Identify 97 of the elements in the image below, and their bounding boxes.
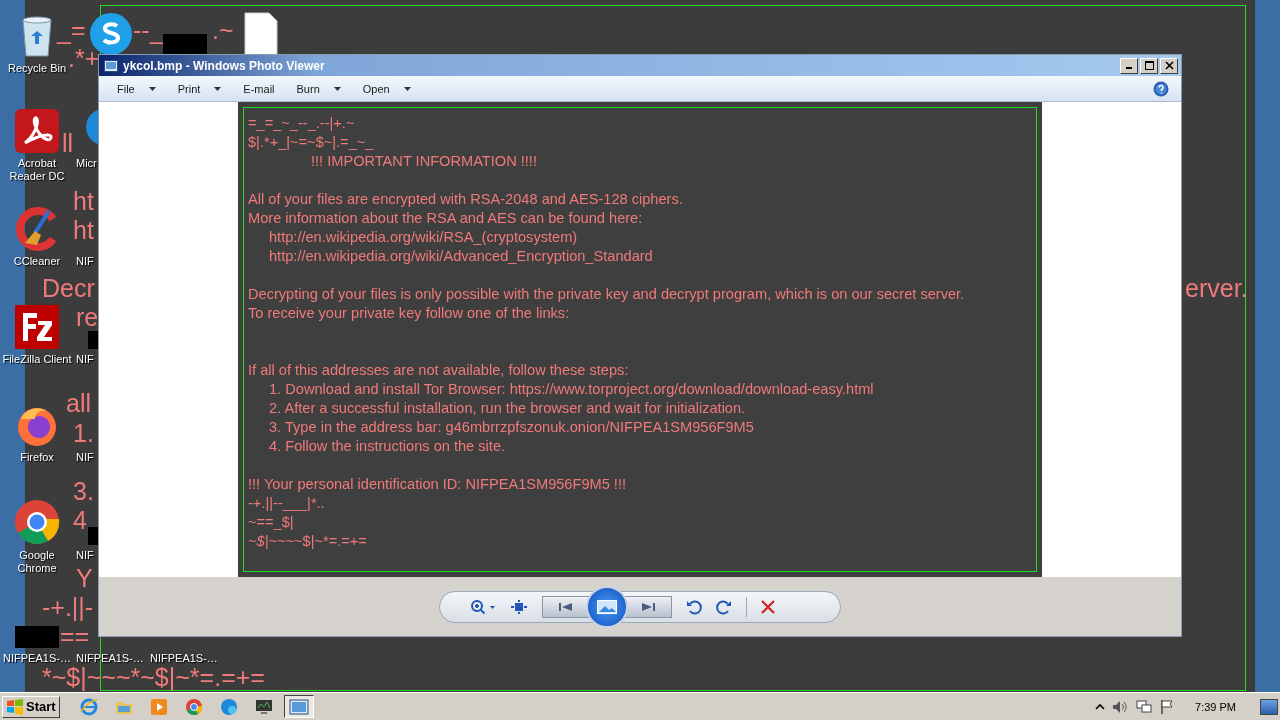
note-line: If all of this addresses are not available, follow these steps: — [248, 362, 629, 378]
edge-icon — [219, 697, 238, 716]
desktop-icon-label[interactable]: Acrobat Reader DC — [0, 157, 74, 183]
wallpaper-text: ht — [73, 190, 94, 212]
note-line: More information about the RSA and AES can be found here: — [248, 210, 643, 226]
wallpaper-text: .~ — [212, 19, 234, 41]
filezilla-icon[interactable] — [15, 305, 59, 349]
broom-icon[interactable] — [15, 207, 59, 251]
desktop-icon-label[interactable]: FileZilla Client — [2, 353, 72, 366]
redaction-mark — [88, 331, 98, 349]
redaction-mark — [88, 527, 98, 545]
menu-item[interactable]: Print — [169, 80, 230, 97]
wallpaper-text: 1. — [73, 422, 94, 444]
windows-logo-icon — [6, 698, 24, 715]
photo-viewer-icon — [288, 697, 309, 716]
desktop-icon-label[interactable]: NIFPEA1S-… — [150, 652, 218, 665]
caret-icon[interactable] — [333, 86, 341, 91]
desktop-icon-label[interactable]: Google Chrome — [0, 549, 74, 575]
next-button[interactable] — [624, 595, 672, 618]
clock[interactable]: 7:39 PM — [1195, 700, 1236, 713]
zoom-icon[interactable] — [470, 598, 496, 615]
recycle-bin-icon[interactable] — [19, 14, 55, 58]
flag-icon[interactable] — [1159, 698, 1176, 715]
redaction-mark — [163, 34, 207, 56]
monitor-icon — [253, 697, 274, 716]
chrome-icon — [184, 697, 203, 716]
window-title: ykcol.bmp - Windows Photo Viewer — [123, 58, 326, 73]
wallpaper-text: 4 — [73, 509, 87, 531]
caret-icon[interactable] — [214, 86, 222, 91]
pdf-reader-icon[interactable] — [15, 109, 59, 153]
desktop-icon-label[interactable]: NIF — [76, 353, 94, 366]
wallpaper-text: 3. — [73, 480, 94, 502]
maximize-button[interactable] — [1140, 57, 1158, 74]
media-player-icon — [149, 697, 168, 716]
menu-item[interactable]: Burn — [288, 80, 349, 97]
close-icon — [1164, 61, 1174, 70]
note-line: 2. After a successful installation, run the browser and wait for initialization. — [269, 400, 746, 416]
note-line: $|.*+_|~=~$~|.=_~_ — [248, 134, 374, 150]
note-line: To receive your private key follow one of the links: — [248, 305, 570, 321]
note-line: http://en.wikipedia.org/wiki/Advanced_Encryption_Standard — [269, 248, 653, 264]
note-line: 1. Download and install Tor Browser: https://www.torproject.org/download/download-easy.html — [269, 381, 874, 397]
slideshow-icon — [597, 599, 617, 614]
photo-viewer-icon — [104, 59, 118, 72]
delete-icon[interactable] — [761, 599, 775, 614]
fit-window-icon[interactable] — [510, 598, 528, 615]
note-line: -+.||--___|*.. — [248, 495, 325, 511]
desktop-icon-label[interactable]: NIF — [76, 451, 94, 464]
menu-item[interactable]: Open — [354, 80, 419, 97]
note-line: Decrypting of your files is only possible with the private key and decrypt program, which is on our secret server. — [248, 286, 965, 302]
note-line: 3. Type in the address bar: g46mbrrzpfszonuk.onion/NIFPEA1SM956F9M5 — [269, 419, 754, 435]
note-line: 4. Follow the instructions on the site. — [269, 438, 506, 454]
browser-icon — [79, 697, 98, 716]
note-line: !!! IMPORTANT INFORMATION !!!! — [311, 153, 537, 169]
menu-item[interactable]: E-mail — [235, 80, 283, 97]
desktop-icon-label[interactable]: NIFPEA1S-… — [3, 652, 71, 665]
menu-item[interactable]: File — [109, 80, 164, 97]
note-line: ~==_$| — [248, 514, 294, 530]
note-line: !!! Your personal identification ID: NIFPEA1SM956F9M5 !!! — [248, 476, 626, 492]
taskbar-app[interactable] — [283, 695, 314, 718]
network-icon[interactable] — [1135, 698, 1154, 715]
note-line: All of your files are encrypted with RSA-2048 and AES-128 ciphers. — [248, 191, 683, 207]
wallpaper-text: erver. — [1185, 277, 1248, 299]
note-line: ~$|~~~~$|~*=.=+= — [248, 533, 367, 549]
desktop-icon-label[interactable]: NIF — [76, 549, 94, 562]
desktop-icon-label[interactable]: Recycle Bin — [7, 62, 67, 75]
wallpaper-text: == — [60, 625, 90, 647]
show-desktop-button[interactable] — [1260, 698, 1278, 715]
note-line: http://en.wikipedia.org/wiki/RSA_(cryptosystem) — [269, 229, 578, 245]
caret-icon[interactable] — [148, 86, 156, 91]
close-button[interactable] — [1160, 57, 1178, 74]
previous-icon — [558, 601, 574, 612]
wallpaper-text: Y — [76, 567, 93, 589]
wallpaper-text: .*+ — [68, 47, 100, 69]
help-icon[interactable] — [1153, 80, 1169, 97]
chrome-icon[interactable] — [14, 499, 60, 545]
document-icon[interactable] — [244, 12, 278, 56]
desktop-icon-label[interactable]: Firefox — [20, 451, 54, 464]
rotate-left-icon[interactable] — [686, 598, 702, 615]
desktop-icon-label[interactable]: CCleaner — [13, 255, 61, 268]
desktop-icon-label[interactable]: Micr — [76, 157, 97, 170]
wallpaper-text: ht — [73, 219, 94, 241]
redaction-mark — [15, 626, 59, 648]
note-line: =_=_~_--_.--|+.~ — [248, 115, 355, 131]
wallpaper-text: Decr — [42, 277, 95, 299]
previous-button[interactable] — [542, 595, 590, 618]
wallpaper-text: ll — [62, 132, 74, 154]
maximize-icon — [1144, 61, 1154, 70]
minimize-button[interactable] — [1120, 57, 1138, 74]
wallpaper-text: re — [76, 306, 99, 328]
next-icon — [640, 601, 656, 612]
desktop-icon-label[interactable]: NIF — [76, 255, 94, 268]
slideshow-button[interactable] — [586, 585, 628, 628]
caret-icon[interactable] — [403, 86, 411, 91]
start-button[interactable]: Start — [2, 695, 60, 718]
chevron-up-icon[interactable] — [1095, 701, 1106, 712]
wallpaper-text: all — [66, 392, 91, 414]
rotate-right-icon[interactable] — [716, 598, 732, 615]
